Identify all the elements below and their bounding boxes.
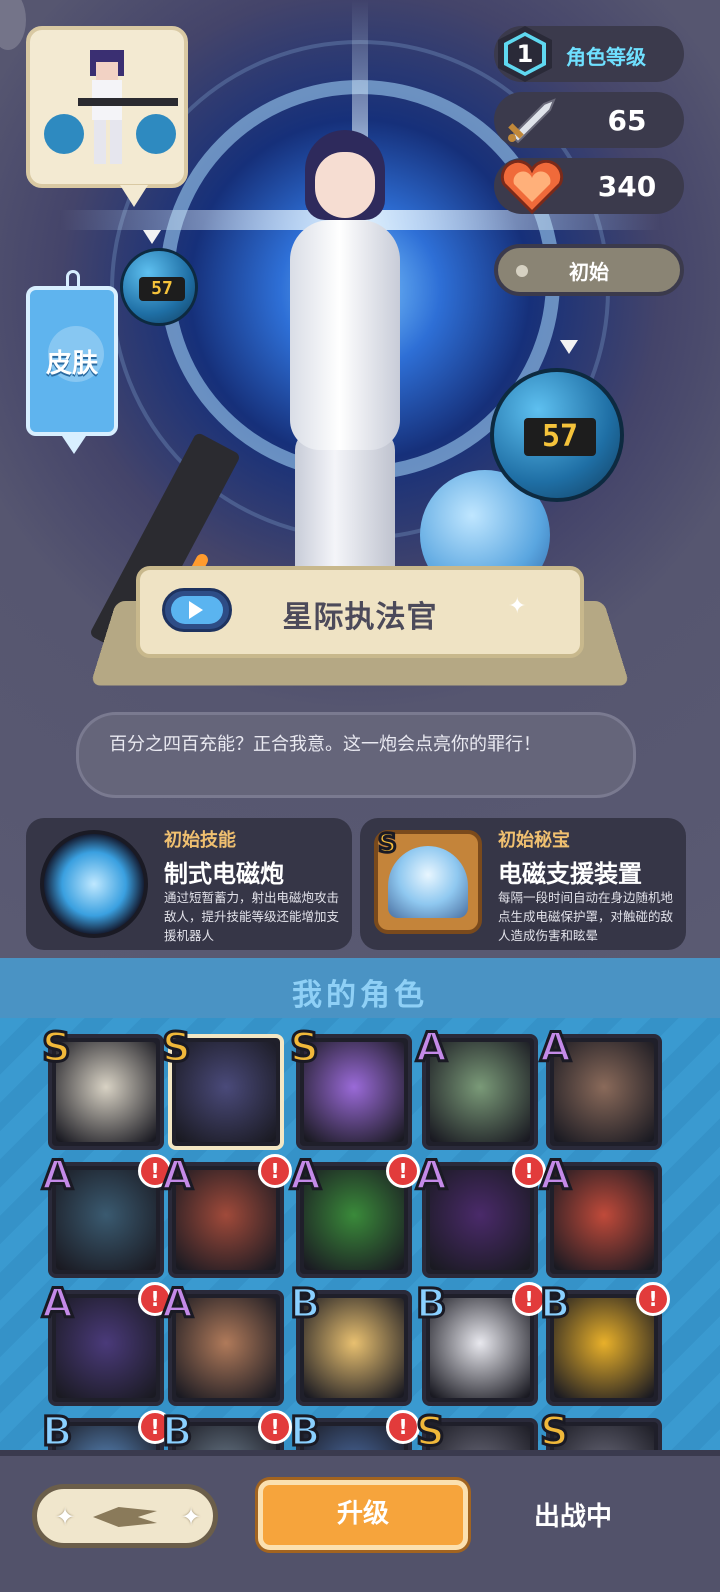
character-tile[interactable]: B!	[161, 1409, 292, 1454]
health-value: 340	[597, 169, 657, 203]
rank-badge: A	[289, 1153, 323, 1200]
roster-title: 我的角色	[292, 978, 428, 1013]
pixel-sprite-icon	[44, 50, 178, 164]
character-tile[interactable]: B!	[41, 1409, 172, 1454]
skin-button[interactable]: 皮肤	[26, 270, 118, 454]
attack-stat: 65	[494, 92, 684, 148]
character-tile[interactable]: A	[161, 1281, 284, 1406]
character-tile[interactable]: A!	[41, 1153, 172, 1278]
rank-badge: A	[539, 1153, 573, 1200]
railgun-icon	[40, 830, 148, 938]
rank-badge: A	[41, 1153, 75, 1200]
treasure-description: 每隔一段时间自动在身边随机地点生成电磁保护罩，对触碰的敌人造成伤害和眩晕	[498, 890, 674, 943]
support-orb-small: 57	[120, 248, 198, 326]
rank-badge: A	[415, 1153, 449, 1200]
character-face	[315, 152, 375, 218]
character-tile[interactable]: A	[539, 1153, 662, 1278]
character-tile[interactable]: S	[415, 1409, 538, 1454]
heart-icon	[500, 160, 564, 215]
alert-icon: !	[386, 1154, 420, 1188]
character-tile[interactable]: S	[161, 1025, 284, 1150]
treasure-name: 电磁支援装置	[498, 860, 642, 888]
character-tile[interactable]: S	[41, 1025, 164, 1150]
alert-icon: !	[636, 1282, 670, 1316]
character-tile[interactable]: B!	[289, 1409, 420, 1454]
rank-badge: B	[539, 1281, 572, 1328]
sparkle-icon: ✦	[181, 1503, 202, 1531]
character-sprite-card	[26, 26, 188, 207]
level-label: 角色等级	[566, 45, 646, 69]
alert-icon: !	[386, 1410, 420, 1444]
character-portrait	[56, 1042, 156, 1142]
health-stat: 340	[494, 158, 684, 215]
treasure-category: 初始秘宝	[498, 830, 570, 851]
character-tile[interactable]: A!	[161, 1153, 292, 1278]
skill-icon-frame	[40, 830, 148, 938]
card-tail	[120, 185, 148, 207]
orb-number-large: 57	[524, 418, 596, 456]
deployed-status[interactable]: 出战中	[534, 1496, 612, 1533]
treasure-rank: S	[377, 828, 399, 861]
initial-treasure-card[interactable]: S 初始秘宝 电磁支援装置 每隔一段时间自动在身边随机地点生成电磁保护罩，对触碰…	[360, 818, 686, 950]
rank-badge: B	[41, 1409, 74, 1455]
character-tile[interactable]: A	[539, 1025, 662, 1150]
rank-badge: B	[415, 1281, 448, 1328]
bottom-bar: ✦ ✦ 升级 出战中	[0, 1450, 720, 1592]
corner-decoration	[0, 0, 26, 50]
character-tile[interactable]: B!	[415, 1281, 546, 1406]
rank-badge: S	[41, 1025, 73, 1072]
rank-badge: A	[161, 1153, 195, 1200]
character-quote: 百分之四百充能？正合我意。这一炮会点亮你的罪行！	[76, 712, 636, 798]
character-tile[interactable]: S	[289, 1025, 412, 1150]
skin-button-label: 皮肤	[45, 348, 98, 379]
shield-dome	[388, 846, 468, 918]
character-tile[interactable]: A	[415, 1025, 538, 1150]
rank-badge: A	[539, 1025, 573, 1072]
rank-badge: B	[161, 1409, 194, 1455]
rank-badge: S	[289, 1025, 321, 1072]
character-tile[interactable]: B	[289, 1281, 412, 1406]
sword-icon	[508, 98, 556, 144]
rank-badge: S	[161, 1025, 193, 1072]
character-portrait	[304, 1042, 404, 1142]
sparkle-icon: ✦	[55, 1503, 76, 1531]
initial-skill-card[interactable]: 初始技能 制式电磁炮 通过短暂蓄力，射出电磁炮攻击敌人，提升技能等级还能增加支援…	[26, 818, 352, 950]
sparkle-icon: ✦	[508, 594, 527, 619]
rank-badge: B	[289, 1281, 322, 1328]
orb-number: 57	[139, 277, 185, 301]
character-portrait	[176, 1042, 276, 1142]
lore-button[interactable]: ✦ ✦	[32, 1484, 218, 1548]
support-orb-large: 57	[490, 368, 624, 502]
skin-state-label: 初始	[569, 260, 609, 284]
attack-value: 65	[607, 103, 647, 137]
character-tile[interactable]: S	[539, 1409, 662, 1454]
rank-badge: S	[539, 1409, 571, 1455]
pointer-arrow-icon	[560, 340, 578, 354]
alert-icon: !	[258, 1154, 292, 1188]
rank-badge: A	[161, 1281, 195, 1328]
upgrade-button[interactable]: 升级	[258, 1480, 468, 1550]
pointer-arrow-icon	[143, 230, 161, 244]
level-stat: 1 角色等级	[494, 26, 684, 82]
character-body	[290, 220, 400, 450]
roster-header: 我的角色	[0, 958, 720, 1018]
emblem-icon	[93, 1507, 157, 1527]
level-badge-icon: 1	[498, 26, 552, 82]
alert-icon: !	[258, 1410, 292, 1444]
skill-name: 制式电磁炮	[164, 860, 284, 888]
skill-description: 通过短暂蓄力，射出电磁炮攻击敌人，提升技能等级还能增加支援机器人	[164, 890, 340, 943]
character-tile[interactable]: A!	[41, 1281, 172, 1406]
skill-category: 初始技能	[164, 830, 236, 851]
skin-state-pill[interactable]: 初始	[494, 244, 684, 296]
rank-badge: B	[289, 1409, 322, 1455]
character-grid: S S S A A A! A! A! A! A A! A B B! B! B! B! B! S S	[0, 1018, 720, 1454]
character-tile[interactable]: A!	[289, 1153, 420, 1278]
rank-badge: A	[41, 1281, 75, 1328]
name-scroll: 星际执法官 ✦	[136, 566, 584, 658]
banner-hook	[66, 270, 80, 290]
rank-badge: A	[415, 1025, 449, 1072]
character-tile[interactable]: A!	[415, 1153, 546, 1278]
rank-badge: S	[415, 1409, 447, 1455]
character-tile[interactable]: B!	[539, 1281, 670, 1406]
